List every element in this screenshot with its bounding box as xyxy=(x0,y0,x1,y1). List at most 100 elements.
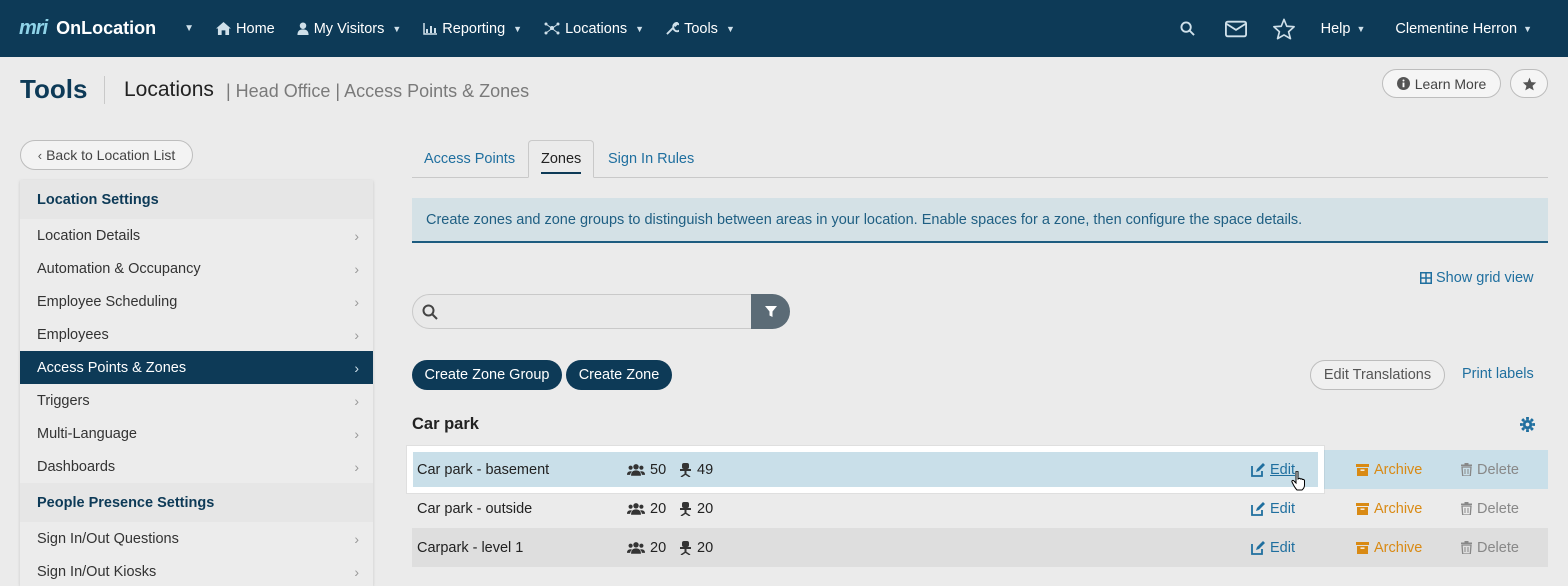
mri-logo: mri xyxy=(19,17,48,39)
spaces-value: 49 xyxy=(697,461,714,478)
gear-icon[interactable] xyxy=(1520,417,1535,435)
back-to-location-list-button[interactable]: ‹ Back to Location List xyxy=(20,140,193,170)
filter-button[interactable] xyxy=(751,294,790,329)
archive-zone-button[interactable]: Archive xyxy=(1356,501,1422,517)
sidebar-item-label: Automation & Occupancy xyxy=(37,260,201,277)
search-icon[interactable] xyxy=(1177,18,1199,40)
caret-down-icon: ▼ xyxy=(725,23,735,34)
create-zone-button[interactable]: Create Zone xyxy=(566,360,672,390)
sidebar-item-label: Multi-Language xyxy=(37,425,137,442)
capacity-value: 20 xyxy=(650,539,667,556)
delete-zone-button[interactable]: Delete xyxy=(1461,462,1519,478)
delete-zone-button[interactable]: Delete xyxy=(1461,501,1519,517)
archive-zone-button[interactable]: Archive xyxy=(1356,540,1422,556)
nav-tools-label: Tools xyxy=(684,20,718,37)
sidebar-item-multi-language[interactable]: Multi-Language › xyxy=(20,417,373,450)
brand[interactable]: mri OnLocation xyxy=(19,17,156,40)
spaces-value: 20 xyxy=(697,539,714,556)
sidebar-item-label: Location Details xyxy=(37,227,141,244)
sidebar-item-label: Access Points & Zones xyxy=(37,359,187,376)
caret-down-icon: ▼ xyxy=(392,23,402,34)
delete-label: Delete xyxy=(1477,461,1519,478)
chevron-right-icon: › xyxy=(354,458,359,475)
chair-icon xyxy=(680,501,691,516)
nav-my-visitors[interactable]: My Visitors ▼ xyxy=(297,20,402,37)
sidebar-item-employee-scheduling[interactable]: Employee Scheduling › xyxy=(20,285,373,318)
sidebar-item-location-details[interactable]: Location Details › xyxy=(20,219,373,252)
filter-icon xyxy=(764,305,777,317)
archive-label: Archive xyxy=(1374,461,1423,478)
star-icon xyxy=(1522,77,1536,90)
archive-icon xyxy=(1356,502,1369,515)
bookmark-button[interactable] xyxy=(1510,69,1548,98)
users-icon xyxy=(627,503,645,515)
chevron-left-icon: ‹ xyxy=(37,147,43,163)
edit-zone-button[interactable]: Edit xyxy=(1251,501,1295,517)
tab-access-points[interactable]: Access Points xyxy=(412,140,527,178)
capacity-value: 20 xyxy=(650,500,667,517)
user-menu[interactable]: Clementine Herron ▼ xyxy=(1395,21,1532,37)
edit-translations-button[interactable]: Edit Translations xyxy=(1310,360,1445,390)
nav-locations-label: Locations xyxy=(565,20,628,37)
app-name: OnLocation xyxy=(56,18,157,38)
chart-icon xyxy=(423,22,438,35)
hand-cursor-icon xyxy=(1291,470,1307,494)
delete-zone-button[interactable]: Delete xyxy=(1461,540,1519,556)
create-zone-group-button[interactable]: Create Zone Group xyxy=(412,360,562,390)
sidebar-item-label: Dashboards xyxy=(37,458,116,475)
edit-label: Edit xyxy=(1270,500,1295,517)
chair-icon xyxy=(680,540,691,555)
learn-more-button[interactable]: Learn More xyxy=(1382,69,1501,98)
sidebar-item-sign-in-out-kiosks[interactable]: Sign In/Out Kiosks › xyxy=(20,555,373,586)
table-row: Car park - outside 20 20 Edit Archive De… xyxy=(412,489,1548,528)
network-icon xyxy=(544,22,560,35)
breadcrumb-locations[interactable]: Locations xyxy=(124,78,214,102)
sidebar-item-sign-in-out-questions[interactable]: Sign In/Out Questions › xyxy=(20,522,373,555)
active-tab-indicator xyxy=(541,172,582,174)
delete-label: Delete xyxy=(1477,539,1519,556)
sidebar-item-automation-occupancy[interactable]: Automation & Occupancy › xyxy=(20,252,373,285)
search-input[interactable] xyxy=(446,296,751,327)
edit-zone-button[interactable]: Edit xyxy=(1251,540,1295,556)
chair-icon xyxy=(680,462,691,477)
breadcrumb-path: | Head Office | Access Points & Zones xyxy=(226,81,530,101)
archive-icon xyxy=(1356,541,1369,554)
archive-zone-button[interactable]: Archive xyxy=(1356,462,1422,478)
zone-tabs: Access Points Zones Sign In Rules xyxy=(412,140,1548,178)
user-icon xyxy=(297,22,309,35)
tab-sign-in-rules[interactable]: Sign In Rules xyxy=(596,140,706,178)
sidebar-item-triggers[interactable]: Triggers › xyxy=(20,384,373,417)
chevron-right-icon: › xyxy=(354,530,359,547)
nav-locations[interactable]: Locations ▼ xyxy=(544,21,644,37)
nav-reporting-label: Reporting xyxy=(442,20,506,37)
print-labels-link[interactable]: Print labels xyxy=(1462,366,1534,382)
caret-down-icon: ▼ xyxy=(1523,23,1532,34)
chevron-right-icon: › xyxy=(354,425,359,442)
show-grid-view-link[interactable]: Show grid view xyxy=(1420,270,1534,286)
caret-down-icon: ▼ xyxy=(1356,23,1366,34)
favorite-star-icon[interactable] xyxy=(1272,18,1295,40)
sidebar-item-employees[interactable]: Employees › xyxy=(20,318,373,351)
nav-reporting[interactable]: Reporting ▼ xyxy=(423,21,522,37)
sidebar-item-dashboards[interactable]: Dashboards › xyxy=(20,450,373,483)
sidebar-item-label: Triggers xyxy=(37,392,90,409)
tab-zones[interactable]: Zones xyxy=(528,140,595,178)
table-row: Car park - basement 50 49 Edit Archive D… xyxy=(412,450,1548,489)
nav-home[interactable]: Home xyxy=(216,21,275,37)
chevron-right-icon: › xyxy=(354,359,359,376)
show-grid-view-label: Show grid view xyxy=(1436,270,1534,286)
nav-help-label: Help xyxy=(1320,20,1351,37)
nav-my-visitors-label: My Visitors xyxy=(313,20,385,37)
archive-label: Archive xyxy=(1374,539,1423,556)
tab-zones-label: Zones xyxy=(541,151,582,167)
app-switcher-caret-icon[interactable]: ▼ xyxy=(184,23,194,34)
chevron-right-icon: › xyxy=(354,392,359,409)
nav-help[interactable]: Help ▼ xyxy=(1321,21,1366,37)
capacity: 50 xyxy=(627,462,666,478)
nav-tools[interactable]: Tools ▼ xyxy=(666,21,735,37)
mail-icon[interactable] xyxy=(1224,18,1247,40)
spaces: 20 xyxy=(679,540,713,556)
sidebar-item-access-points-zones[interactable]: Access Points & Zones › xyxy=(20,351,373,384)
sidebar-item-label: Sign In/Out Kiosks xyxy=(37,563,157,580)
edit-zone-button[interactable]: Edit xyxy=(1251,462,1295,478)
